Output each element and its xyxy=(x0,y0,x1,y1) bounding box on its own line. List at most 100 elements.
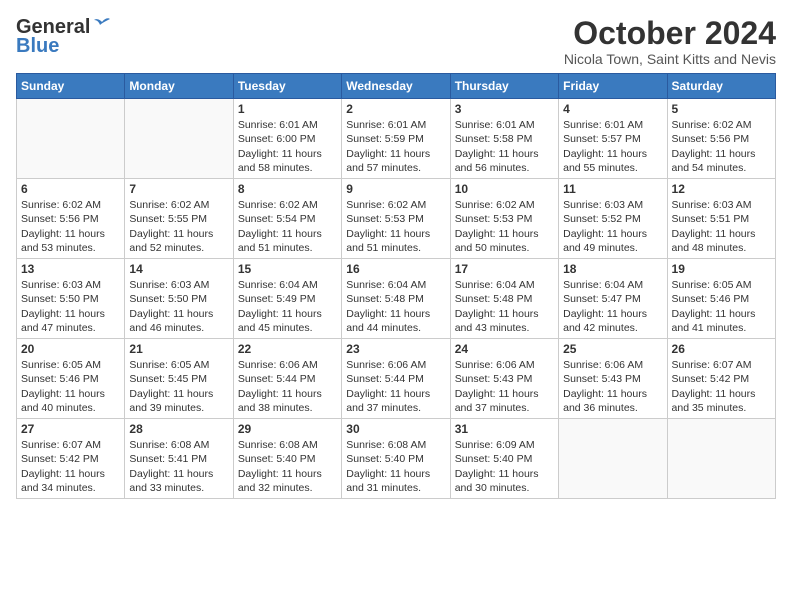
day-info: Sunrise: 6:04 AMSunset: 5:49 PMDaylight:… xyxy=(238,278,337,335)
day-number: 2 xyxy=(346,102,445,116)
logo: General Blue xyxy=(16,16,114,58)
day-info: Sunrise: 6:05 AMSunset: 5:46 PMDaylight:… xyxy=(672,278,771,335)
title-block: October 2024 Nicola Town, Saint Kitts an… xyxy=(564,16,776,67)
day-number: 10 xyxy=(455,182,554,196)
weekday-header: Sunday xyxy=(17,74,125,99)
day-info: Sunrise: 6:01 AMSunset: 6:00 PMDaylight:… xyxy=(238,118,337,175)
calendar-cell: 14 Sunrise: 6:03 AMSunset: 5:50 PMDayligh… xyxy=(125,259,233,339)
calendar-cell: 7 Sunrise: 6:02 AMSunset: 5:55 PMDaylight… xyxy=(125,179,233,259)
day-number: 27 xyxy=(21,422,120,436)
day-info: Sunrise: 6:01 AMSunset: 5:59 PMDaylight:… xyxy=(346,118,445,175)
day-info: Sunrise: 6:02 AMSunset: 5:56 PMDaylight:… xyxy=(21,198,120,255)
day-number: 7 xyxy=(129,182,228,196)
day-number: 14 xyxy=(129,262,228,276)
calendar-cell: 5Sunrise: 6:02 AMSunset: 5:56 PMDaylight… xyxy=(667,99,775,179)
calendar-cell: 4 Sunrise: 6:01 AMSunset: 5:57 PMDaylight… xyxy=(559,99,667,179)
day-number: 16 xyxy=(346,262,445,276)
weekday-header: Friday xyxy=(559,74,667,99)
location-subtitle: Nicola Town, Saint Kitts and Nevis xyxy=(564,51,776,67)
calendar-cell: 20Sunrise: 6:05 AMSunset: 5:46 PMDayligh… xyxy=(17,339,125,419)
day-info: Sunrise: 6:08 AMSunset: 5:40 PMDaylight:… xyxy=(238,438,337,495)
calendar-cell: 18Sunrise: 6:04 AMSunset: 5:47 PMDayligh… xyxy=(559,259,667,339)
day-info: Sunrise: 6:09 AMSunset: 5:40 PMDaylight:… xyxy=(455,438,554,495)
day-number: 28 xyxy=(129,422,228,436)
calendar-cell: 23 Sunrise: 6:06 AMSunset: 5:44 PMDayligh… xyxy=(342,339,450,419)
day-number: 8 xyxy=(238,182,337,196)
day-info: Sunrise: 6:01 AMSunset: 5:57 PMDaylight:… xyxy=(563,118,662,175)
calendar-cell: 13 Sunrise: 6:03 AMSunset: 5:50 PMDayligh… xyxy=(17,259,125,339)
calendar-cell: 3Sunrise: 6:01 AMSunset: 5:58 PMDaylight… xyxy=(450,99,558,179)
day-info: Sunrise: 6:04 AMSunset: 5:48 PMDaylight:… xyxy=(346,278,445,335)
day-info: Sunrise: 6:08 AMSunset: 5:40 PMDaylight:… xyxy=(346,438,445,495)
day-info: Sunrise: 6:01 AMSunset: 5:58 PMDaylight:… xyxy=(455,118,554,175)
day-info: Sunrise: 6:04 AMSunset: 5:47 PMDaylight:… xyxy=(563,278,662,335)
weekday-header: Thursday xyxy=(450,74,558,99)
day-number: 22 xyxy=(238,342,337,356)
calendar-cell: 15 Sunrise: 6:04 AMSunset: 5:49 PMDayligh… xyxy=(233,259,341,339)
calendar-cell: 31 Sunrise: 6:09 AMSunset: 5:40 PMDayligh… xyxy=(450,419,558,499)
day-number: 25 xyxy=(563,342,662,356)
day-number: 17 xyxy=(455,262,554,276)
logo-bird-icon xyxy=(92,17,114,35)
day-number: 23 xyxy=(346,342,445,356)
calendar-cell xyxy=(667,419,775,499)
day-info: Sunrise: 6:03 AMSunset: 5:52 PMDaylight:… xyxy=(563,198,662,255)
day-number: 15 xyxy=(238,262,337,276)
calendar-week-row: 20Sunrise: 6:05 AMSunset: 5:46 PMDayligh… xyxy=(17,339,776,419)
calendar-cell: 22 Sunrise: 6:06 AMSunset: 5:44 PMDayligh… xyxy=(233,339,341,419)
day-number: 12 xyxy=(672,182,771,196)
day-number: 24 xyxy=(455,342,554,356)
calendar-cell: 16 Sunrise: 6:04 AMSunset: 5:48 PMDayligh… xyxy=(342,259,450,339)
day-info: Sunrise: 6:03 AMSunset: 5:51 PMDaylight:… xyxy=(672,198,771,255)
day-info: Sunrise: 6:05 AMSunset: 5:45 PMDaylight:… xyxy=(129,358,228,415)
calendar-cell: 17Sunrise: 6:04 AMSunset: 5:48 PMDayligh… xyxy=(450,259,558,339)
weekday-header: Wednesday xyxy=(342,74,450,99)
calendar-cell: 26Sunrise: 6:07 AMSunset: 5:42 PMDayligh… xyxy=(667,339,775,419)
calendar-cell: 27 Sunrise: 6:07 AMSunset: 5:42 PMDayligh… xyxy=(17,419,125,499)
day-info: Sunrise: 6:03 AMSunset: 5:50 PMDaylight:… xyxy=(21,278,120,335)
calendar-week-row: 27 Sunrise: 6:07 AMSunset: 5:42 PMDayligh… xyxy=(17,419,776,499)
day-info: Sunrise: 6:02 AMSunset: 5:55 PMDaylight:… xyxy=(129,198,228,255)
calendar-cell: 12 Sunrise: 6:03 AMSunset: 5:51 PMDayligh… xyxy=(667,179,775,259)
calendar-cell: 6 Sunrise: 6:02 AMSunset: 5:56 PMDaylight… xyxy=(17,179,125,259)
calendar-header-row: SundayMondayTuesdayWednesdayThursdayFrid… xyxy=(17,74,776,99)
calendar-cell: 1 Sunrise: 6:01 AMSunset: 6:00 PMDaylight… xyxy=(233,99,341,179)
day-info: Sunrise: 6:07 AMSunset: 5:42 PMDaylight:… xyxy=(21,438,120,495)
day-info: Sunrise: 6:06 AMSunset: 5:44 PMDaylight:… xyxy=(346,358,445,415)
calendar-cell: 11 Sunrise: 6:03 AMSunset: 5:52 PMDayligh… xyxy=(559,179,667,259)
day-number: 31 xyxy=(455,422,554,436)
calendar-cell: 25 Sunrise: 6:06 AMSunset: 5:43 PMDayligh… xyxy=(559,339,667,419)
day-info: Sunrise: 6:03 AMSunset: 5:50 PMDaylight:… xyxy=(129,278,228,335)
day-info: Sunrise: 6:06 AMSunset: 5:44 PMDaylight:… xyxy=(238,358,337,415)
day-info: Sunrise: 6:06 AMSunset: 5:43 PMDaylight:… xyxy=(563,358,662,415)
calendar-cell xyxy=(17,99,125,179)
day-info: Sunrise: 6:07 AMSunset: 5:42 PMDaylight:… xyxy=(672,358,771,415)
calendar-cell: 24Sunrise: 6:06 AMSunset: 5:43 PMDayligh… xyxy=(450,339,558,419)
day-info: Sunrise: 6:02 AMSunset: 5:54 PMDaylight:… xyxy=(238,198,337,255)
day-info: Sunrise: 6:08 AMSunset: 5:41 PMDaylight:… xyxy=(129,438,228,495)
calendar-table: SundayMondayTuesdayWednesdayThursdayFrid… xyxy=(16,73,776,499)
weekday-header: Monday xyxy=(125,74,233,99)
day-number: 5 xyxy=(672,102,771,116)
calendar-cell: 9 Sunrise: 6:02 AMSunset: 5:53 PMDaylight… xyxy=(342,179,450,259)
calendar-cell: 30 Sunrise: 6:08 AMSunset: 5:40 PMDayligh… xyxy=(342,419,450,499)
day-number: 11 xyxy=(563,182,662,196)
day-number: 13 xyxy=(21,262,120,276)
day-number: 30 xyxy=(346,422,445,436)
day-number: 4 xyxy=(563,102,662,116)
calendar-cell: 29Sunrise: 6:08 AMSunset: 5:40 PMDayligh… xyxy=(233,419,341,499)
calendar-cell: 19Sunrise: 6:05 AMSunset: 5:46 PMDayligh… xyxy=(667,259,775,339)
day-number: 9 xyxy=(346,182,445,196)
calendar-week-row: 13 Sunrise: 6:03 AMSunset: 5:50 PMDayligh… xyxy=(17,259,776,339)
calendar-cell xyxy=(559,419,667,499)
calendar-cell: 21Sunrise: 6:05 AMSunset: 5:45 PMDayligh… xyxy=(125,339,233,419)
calendar-cell: 2 Sunrise: 6:01 AMSunset: 5:59 PMDaylight… xyxy=(342,99,450,179)
day-info: Sunrise: 6:02 AMSunset: 5:53 PMDaylight:… xyxy=(346,198,445,255)
day-number: 6 xyxy=(21,182,120,196)
logo-blue: Blue xyxy=(16,35,59,58)
calendar-cell: 28 Sunrise: 6:08 AMSunset: 5:41 PMDayligh… xyxy=(125,419,233,499)
day-number: 1 xyxy=(238,102,337,116)
day-number: 20 xyxy=(21,342,120,356)
weekday-header: Tuesday xyxy=(233,74,341,99)
month-title: October 2024 xyxy=(564,16,776,51)
